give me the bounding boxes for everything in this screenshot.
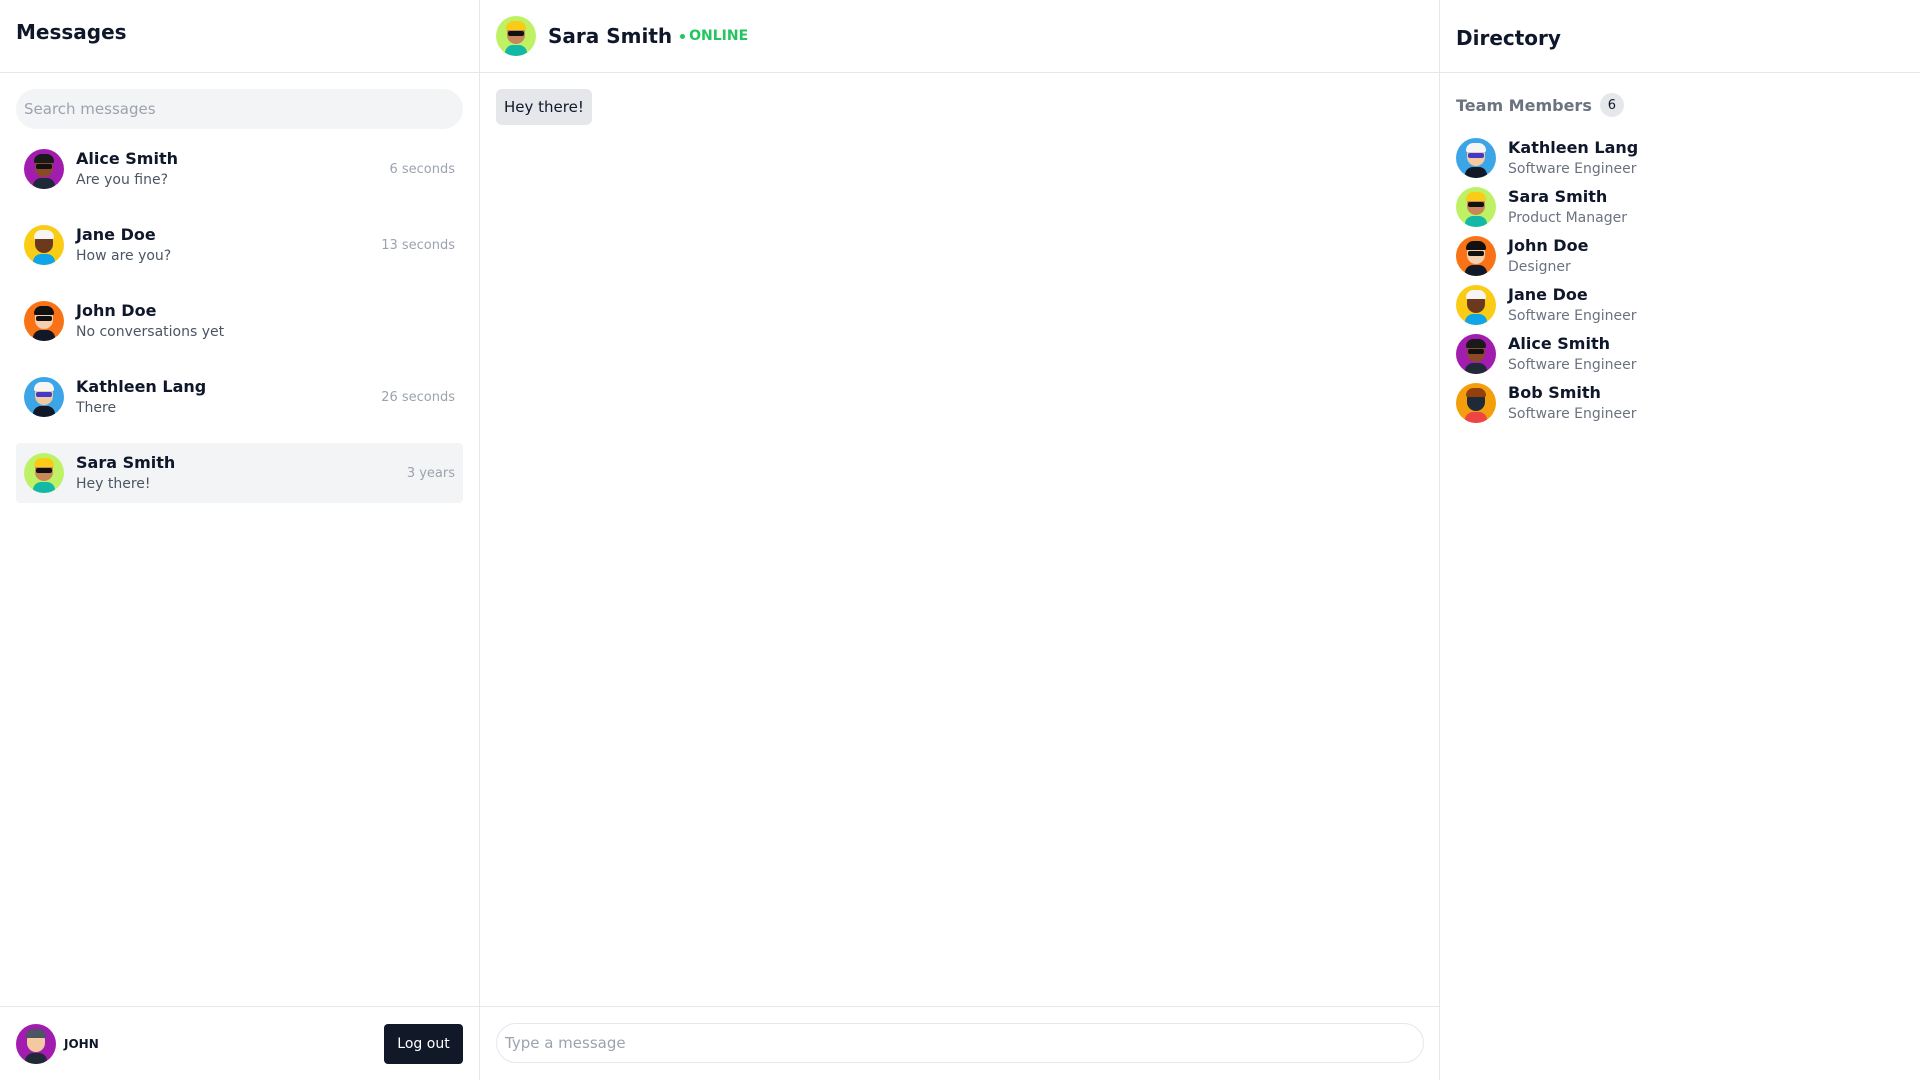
member-name: Bob Smith: [1508, 382, 1601, 402]
member-item-sara-smith[interactable]: Sara Smith Product Manager: [1456, 182, 1904, 231]
member-role: Software Engineer: [1508, 405, 1637, 422]
member-role: Designer: [1508, 258, 1571, 275]
conversation-name: Alice Smith: [76, 149, 178, 168]
avatar-icon: [24, 301, 64, 341]
avatar-icon: [1456, 284, 1496, 325]
directory-panel: Directory Team Members 6 Kathleen Lang S…: [1440, 0, 1920, 1080]
directory-title: Directory: [1456, 26, 1561, 50]
conversation-preview: Hey there!: [76, 476, 151, 492]
chat-header: Sara Smith ONLINE: [480, 0, 1439, 73]
app-root: Messages Alice Smith Are you fine? 6 sec…: [0, 0, 1920, 1080]
contact-avatar-icon: [496, 16, 536, 56]
conversation-preview: There: [76, 400, 117, 416]
team-count-badge: 6: [1599, 93, 1624, 117]
chat-contact-name: Sara Smith: [548, 24, 673, 48]
message-input[interactable]: [496, 1023, 1424, 1063]
avatar-icon: [1456, 235, 1496, 276]
message-composer: [480, 1006, 1439, 1080]
conversation-preview: How are you?: [76, 248, 172, 264]
member-name: Jane Doe: [1508, 284, 1588, 304]
conversation-name: Sara Smith: [76, 453, 176, 472]
member-item-kathleen-lang[interactable]: Kathleen Lang Software Engineer: [1456, 133, 1904, 182]
conversation-item-sara-smith[interactable]: Sara Smith Hey there! 3 years: [16, 443, 463, 503]
member-item-alice-smith[interactable]: Alice Smith Software Engineer: [1456, 329, 1904, 378]
avatar-icon: [1456, 382, 1496, 423]
status-dot-icon: [680, 33, 686, 39]
avatar-icon: [24, 225, 64, 265]
member-role: Software Engineer: [1508, 307, 1637, 324]
member-role: Software Engineer: [1508, 356, 1637, 373]
search-wrap: [0, 73, 479, 139]
avatar-icon: [24, 453, 64, 493]
conversation-time: 13 seconds: [381, 237, 455, 253]
member-name: Kathleen Lang: [1508, 137, 1639, 157]
current-user-name: JOHN: [64, 1036, 99, 1051]
conversation-list: Alice Smith Are you fine? 6 seconds Jane…: [0, 139, 479, 1006]
logout-button[interactable]: Log out: [384, 1023, 463, 1064]
conversation-preview: Are you fine?: [76, 172, 168, 188]
conversation-time: 6 seconds: [389, 161, 455, 177]
avatar-icon: [1456, 333, 1496, 374]
current-user-bar: JOHN Log out: [0, 1006, 479, 1080]
directory-header: Directory: [1440, 0, 1920, 73]
messages-header: Messages: [0, 0, 479, 73]
messages-panel: Messages Alice Smith Are you fine? 6 sec…: [0, 0, 480, 1080]
search-messages-input[interactable]: [16, 89, 463, 129]
avatar-icon: [24, 149, 64, 189]
conversation-preview: No conversations yet: [76, 324, 225, 340]
team-members-label: Team Members: [1456, 95, 1592, 115]
avatar-icon: [24, 377, 64, 417]
member-name: Alice Smith: [1508, 333, 1610, 353]
message-bubble: Hey there!: [496, 89, 592, 125]
conversation-name: Kathleen Lang: [76, 377, 207, 396]
team-members-heading: Team Members 6: [1440, 73, 1920, 121]
conversation-item-kathleen-lang[interactable]: Kathleen Lang There 26 seconds: [16, 367, 463, 427]
user-avatar-icon: [16, 1023, 56, 1064]
conversation-item-alice-smith[interactable]: Alice Smith Are you fine? 6 seconds: [16, 139, 463, 199]
member-item-john-doe[interactable]: John Doe Designer: [1456, 231, 1904, 280]
avatar-icon: [1456, 137, 1496, 178]
conversation-item-jane-doe[interactable]: Jane Doe How are you? 13 seconds: [16, 215, 463, 275]
chat-panel: Sara Smith ONLINE Hey there!: [480, 0, 1440, 1080]
conversation-item-john-doe[interactable]: John Doe No conversations yet: [16, 291, 463, 351]
member-item-bob-smith[interactable]: Bob Smith Software Engineer: [1456, 378, 1904, 427]
online-status: ONLINE: [680, 28, 748, 44]
member-list: Kathleen Lang Software Engineer Sara Smi…: [1440, 121, 1920, 427]
message-thread: Hey there!: [480, 73, 1439, 1006]
conversation-time: 26 seconds: [381, 389, 455, 405]
status-label: ONLINE: [689, 28, 749, 44]
conversation-name: John Doe: [76, 301, 157, 320]
conversation-time: 3 years: [406, 465, 455, 481]
member-role: Software Engineer: [1508, 160, 1637, 177]
member-name: John Doe: [1508, 235, 1589, 255]
avatar-icon: [1456, 186, 1496, 227]
member-role: Product Manager: [1508, 209, 1627, 226]
member-name: Sara Smith: [1508, 186, 1608, 206]
messages-title: Messages: [16, 20, 127, 44]
member-item-jane-doe[interactable]: Jane Doe Software Engineer: [1456, 280, 1904, 329]
conversation-name: Jane Doe: [76, 225, 156, 244]
